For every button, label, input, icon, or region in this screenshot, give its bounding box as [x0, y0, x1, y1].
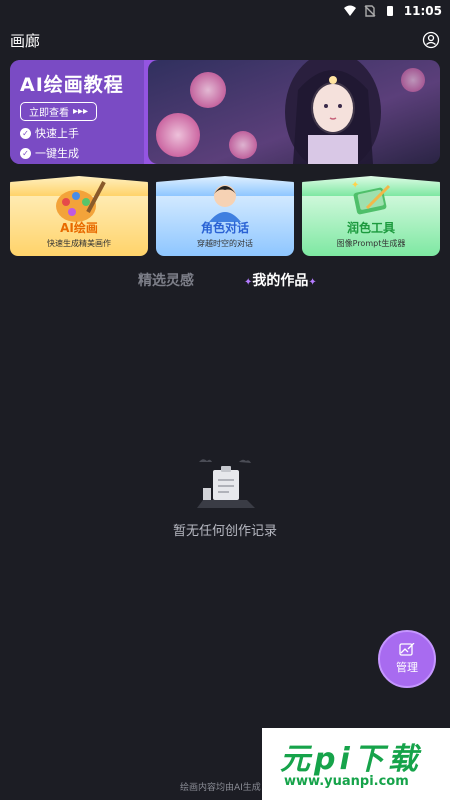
check-icon: ✓ [20, 147, 31, 159]
ai-disclaimer: 绘画内容均由AI生成 [180, 783, 261, 793]
image-edit-icon [399, 643, 415, 656]
card-title: AI绘画 [60, 221, 98, 235]
card-title: 角色对话 [200, 221, 249, 235]
manage-label: 管理 [396, 661, 418, 674]
card-title: 润色工具 [346, 221, 395, 235]
sparkle-icon: ✦ [308, 277, 317, 288]
page-header: 画廊 [10, 28, 440, 52]
user-profile-icon[interactable] [422, 31, 440, 49]
card-subtitle: 快速生成精美画作 [47, 239, 111, 248]
status-bar: 11:05 [0, 0, 450, 22]
ai-painting-card[interactable]: AI绘画 快速生成精美画作 [10, 181, 148, 256]
tab-my-works[interactable]: ✦我的作品✦ [244, 270, 317, 290]
banner-title: AI绘画教程 [20, 74, 124, 96]
play-arrows-icon: ▸▸▸ [73, 106, 89, 117]
banner-text-panel: AI绘画教程 立即查看 ▸▸▸ ✓ 快速上手 ✓ 一键生成 [10, 60, 144, 164]
watermark-url: www.yuanpi.com [284, 774, 409, 789]
banner-check-item: ✓ 一键生成 [20, 145, 134, 161]
banner-check-label: 一键生成 [35, 147, 79, 160]
card-subtitle: 图像Prompt生成器 [336, 239, 406, 248]
empty-records-illustration [197, 459, 255, 508]
banner-illustration [148, 60, 440, 164]
svg-text:✦: ✦ [351, 180, 359, 191]
book-pen-icon: ✦ [351, 180, 391, 215]
feature-cards: AI绘画 快速生成精美画作 角色对话 穿越时空的对话 ✦ 润色工具 图像Prom… [10, 176, 440, 258]
page-title: 画廊 [10, 31, 41, 50]
card-subtitle: 穿越时空的对话 [197, 239, 253, 248]
battery-icon [386, 6, 393, 16]
gallery-tabs: 精选灵感 ✦我的作品✦ [0, 270, 450, 294]
check-icon: ✓ [20, 127, 31, 139]
empty-state-text: 暂无任何创作记录 [172, 524, 277, 539]
person-avatar-icon [209, 185, 241, 222]
watermark-logo: 元pi下载 www.yuanpi.com [262, 728, 450, 800]
view-now-label: 立即查看 [29, 108, 69, 119]
wifi-icon [343, 5, 356, 16]
polish-tool-card[interactable]: ✦ 润色工具 图像Prompt生成器 [302, 180, 440, 256]
watermark-title: 元pi下载 [280, 742, 422, 777]
clock: 11:05 [403, 4, 442, 18]
tutorial-banner[interactable]: AI绘画教程 立即查看 ▸▸▸ ✓ 快速上手 ✓ 一键生成 [10, 60, 440, 164]
view-now-button[interactable]: 立即查看 ▸▸▸ [20, 102, 98, 121]
role-chat-card[interactable]: 角色对话 穿越时空的对话 [156, 184, 294, 256]
banner-check-label: 快速上手 [35, 127, 79, 140]
banner-check-item: ✓ 快速上手 [20, 125, 134, 141]
tab-featured-inspiration[interactable]: 精选灵感 [138, 270, 194, 290]
tab-my-works-label: 我的作品 [252, 273, 309, 289]
no-sim-icon [364, 5, 376, 17]
manage-button[interactable]: 管理 [378, 630, 436, 688]
